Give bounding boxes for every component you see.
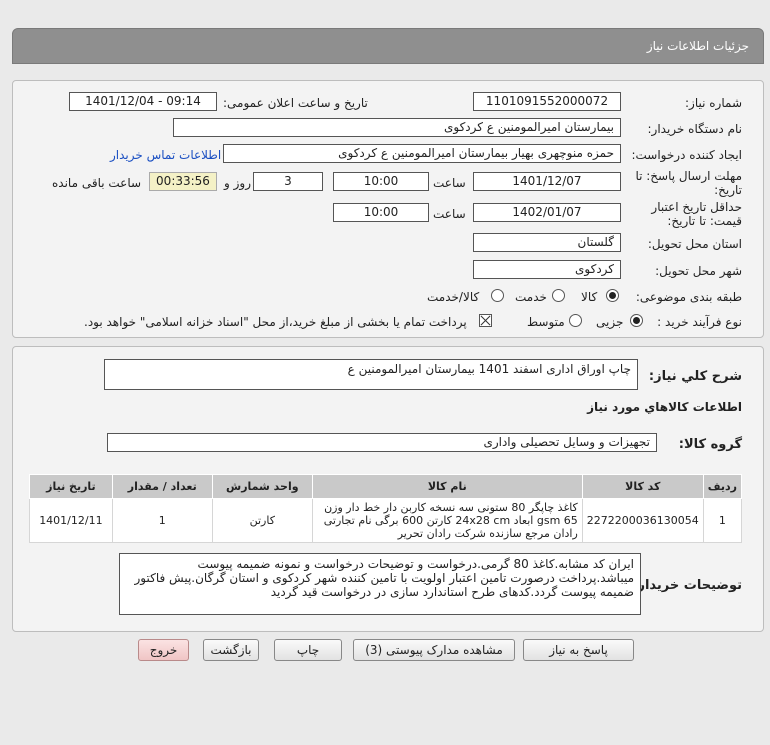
contact-buyer-link[interactable]: اطلاعات تماس خریدار	[110, 148, 221, 162]
city-field: کردکوی	[473, 260, 621, 279]
buyer-org-field: بیمارستان امیرالمومنین ع کردکوی	[173, 118, 621, 137]
process-medium-label: متوسط	[527, 315, 565, 329]
announce-label: تاریخ و ساعت اعلان عمومی:	[223, 96, 368, 110]
process-label: نوع فرآیند خرید :	[657, 315, 742, 329]
remaining-time-field: 00:33:56	[149, 172, 217, 191]
buyer-notes-label: توضیحات خریدار:	[632, 578, 742, 593]
process-minor-label: جزیی	[596, 315, 624, 329]
creator-label: ایجاد کننده درخواست:	[631, 148, 742, 162]
treasury-payment-checkbox[interactable]	[479, 314, 492, 327]
category-both-label: کالا/خدمت	[427, 290, 480, 304]
validity-date-field: 1402/01/07	[473, 203, 621, 222]
deadline-date-field: 1401/12/07	[473, 172, 621, 191]
col-qty: تعداد / مقدار	[111, 474, 213, 499]
back-button[interactable]: بازگشت	[203, 639, 259, 661]
deadline-time-field: 10:00	[333, 172, 429, 191]
remaining-label: ساعت باقی مانده	[52, 176, 142, 190]
need-number-label: شماره نیاز:	[685, 96, 742, 110]
panel-title: جزئیات اطلاعات نیاز	[12, 28, 764, 64]
creator-field: حمزه منوچهری بهیار بیمارستان امیرالمومنی…	[223, 144, 621, 163]
col-date: تاریخ نیاز	[29, 474, 113, 499]
validity-label-2: قیمت: تا تاریخ:	[667, 214, 742, 228]
goods-section-title: اطلاعات کالاهاي مورد نياز	[587, 400, 742, 414]
summary-label: شرح کلي نياز:	[648, 369, 742, 384]
col-name: نام کالا	[311, 474, 583, 499]
category-goods-radio[interactable]	[606, 289, 619, 302]
validity-label: حداقل تاریخ اعتبار	[651, 200, 742, 214]
validity-time-field: 10:00	[333, 203, 429, 222]
print-button[interactable]: چاپ	[274, 639, 342, 661]
deadline-label-2: تاریخ:	[714, 183, 742, 197]
reply-button[interactable]: پاسخ به نیاز	[523, 639, 634, 661]
province-field: گلستان	[473, 233, 621, 252]
buyer-org-label: نام دستگاه خریدار:	[647, 122, 743, 136]
need-number-field: 1101091552000072	[473, 92, 621, 111]
cell-code: 2272200036130054	[581, 498, 704, 543]
category-both-radio[interactable]	[491, 289, 504, 302]
category-service-radio[interactable]	[552, 289, 565, 302]
validity-time-label: ساعت	[433, 207, 466, 221]
attachments-button[interactable]: مشاهده مدارک پیوستی (3)	[353, 639, 515, 661]
days-label: روز و	[224, 176, 251, 190]
cell-row: 1	[702, 498, 743, 543]
category-service-label: خدمت	[515, 290, 547, 304]
process-minor-radio[interactable]	[630, 314, 643, 327]
days-field: 3	[253, 172, 323, 191]
col-code: کد کالا	[581, 474, 704, 499]
process-medium-radio[interactable]	[569, 314, 582, 327]
col-unit: واحد شمارش	[211, 474, 313, 499]
city-label: شهر محل تحویل:	[655, 264, 742, 278]
buyer-notes-field: ایران کد مشابه.کاغذ 80 گرمی.درخواست و تو…	[119, 553, 641, 615]
deadline-time-label: ساعت	[433, 176, 466, 190]
table-row: 1 2272200036130054 کاغذ چاپگر 80 ستونی س…	[29, 498, 743, 543]
province-label: استان محل تحویل:	[647, 237, 742, 251]
cell-name: کاغذ چاپگر 80 ستونی سه نسخه کاربن دار خط…	[311, 498, 583, 543]
goods-group-field: تجهیزات و وسایل تحصیلی واداری	[107, 433, 657, 452]
category-label: طبقه بندی موضوعی:	[635, 290, 742, 304]
cell-unit: کارتن	[211, 498, 313, 543]
announce-field: 1401/12/04 - 09:14	[69, 92, 217, 111]
deadline-label: مهلت ارسال پاسخ: تا	[635, 169, 742, 183]
cell-date: 1401/12/11	[29, 498, 113, 543]
exit-button[interactable]: خروج	[138, 639, 189, 661]
treasury-payment-note: پرداخت تمام یا بخشی از مبلغ خرید،از محل …	[84, 315, 467, 329]
goods-group-label: گروه کالا:	[678, 437, 742, 452]
col-row: ردیف	[702, 474, 743, 499]
goods-table: ردیف کد کالا نام کالا واحد شمارش تعداد /…	[29, 474, 743, 543]
category-goods-label: کالا	[581, 290, 598, 304]
cell-qty: 1	[111, 498, 213, 543]
summary-field: چاپ اوراق اداری اسفند 1401 بیمارستان امی…	[104, 359, 638, 390]
